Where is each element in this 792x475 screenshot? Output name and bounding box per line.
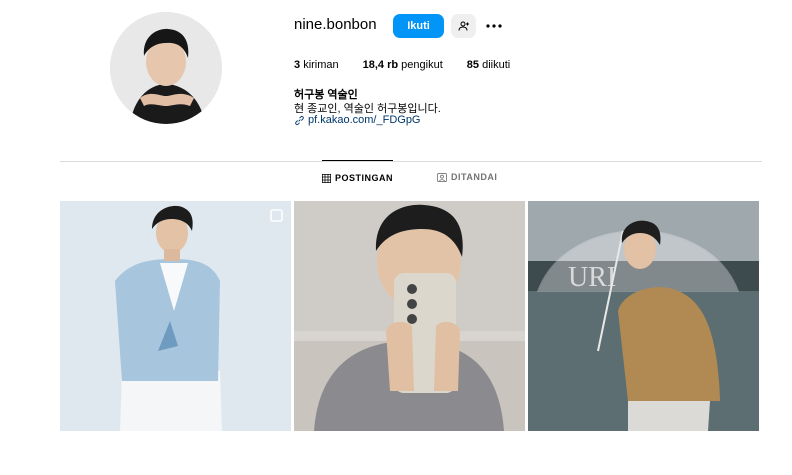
more-options-button[interactable] <box>482 14 506 38</box>
posts-count-value: 3 <box>294 59 301 71</box>
post-image <box>60 201 291 431</box>
avatar-image <box>110 12 222 124</box>
profile-username: nine.bonbon <box>294 16 377 33</box>
posts-count: 3 kiriman <box>294 59 339 71</box>
profile-link-text: pf.kakao.com/_FDGpG <box>308 114 421 126</box>
tab-posts-label: POSTINGAN <box>335 173 394 183</box>
profile-avatar[interactable] <box>110 12 222 124</box>
tab-posts[interactable]: POSTINGAN <box>322 160 394 189</box>
tagged-icon <box>437 172 447 182</box>
post-image <box>294 201 525 431</box>
more-dots-icon <box>486 24 502 28</box>
following-count[interactable]: 85 diikuti <box>467 59 510 71</box>
posts-count-label: kiriman <box>303 59 339 71</box>
tab-tagged[interactable]: DITANDAI <box>437 160 497 188</box>
suggest-similar-button[interactable] <box>451 14 476 38</box>
follow-button[interactable]: Ikuti <box>393 14 444 38</box>
add-person-icon <box>458 21 469 31</box>
post-thumbnail[interactable]: URI <box>528 201 759 431</box>
post-thumbnail[interactable] <box>60 201 291 431</box>
tab-tagged-label: DITANDAI <box>451 172 498 182</box>
post-thumbnail[interactable] <box>294 201 525 431</box>
followers-count-value: 18,4 rb <box>362 59 399 71</box>
post-image: URI <box>528 201 759 431</box>
profile-link[interactable]: pf.kakao.com/_FDGpG <box>294 114 421 126</box>
followers-count-label: pengikut <box>401 59 443 71</box>
followers-count[interactable]: 18,4 rb pengikut <box>363 59 443 71</box>
link-icon <box>295 115 304 125</box>
posts-grid: URI <box>60 201 759 431</box>
grid-icon <box>322 173 331 183</box>
profile-stats: 3 kiriman 18,4 rb pengikut 85 diikuti <box>294 59 534 71</box>
profile-tabs: POSTINGAN DITANDAI <box>322 160 541 190</box>
following-count-value: 85 <box>466 59 480 71</box>
following-count-label: diikuti <box>482 59 511 71</box>
